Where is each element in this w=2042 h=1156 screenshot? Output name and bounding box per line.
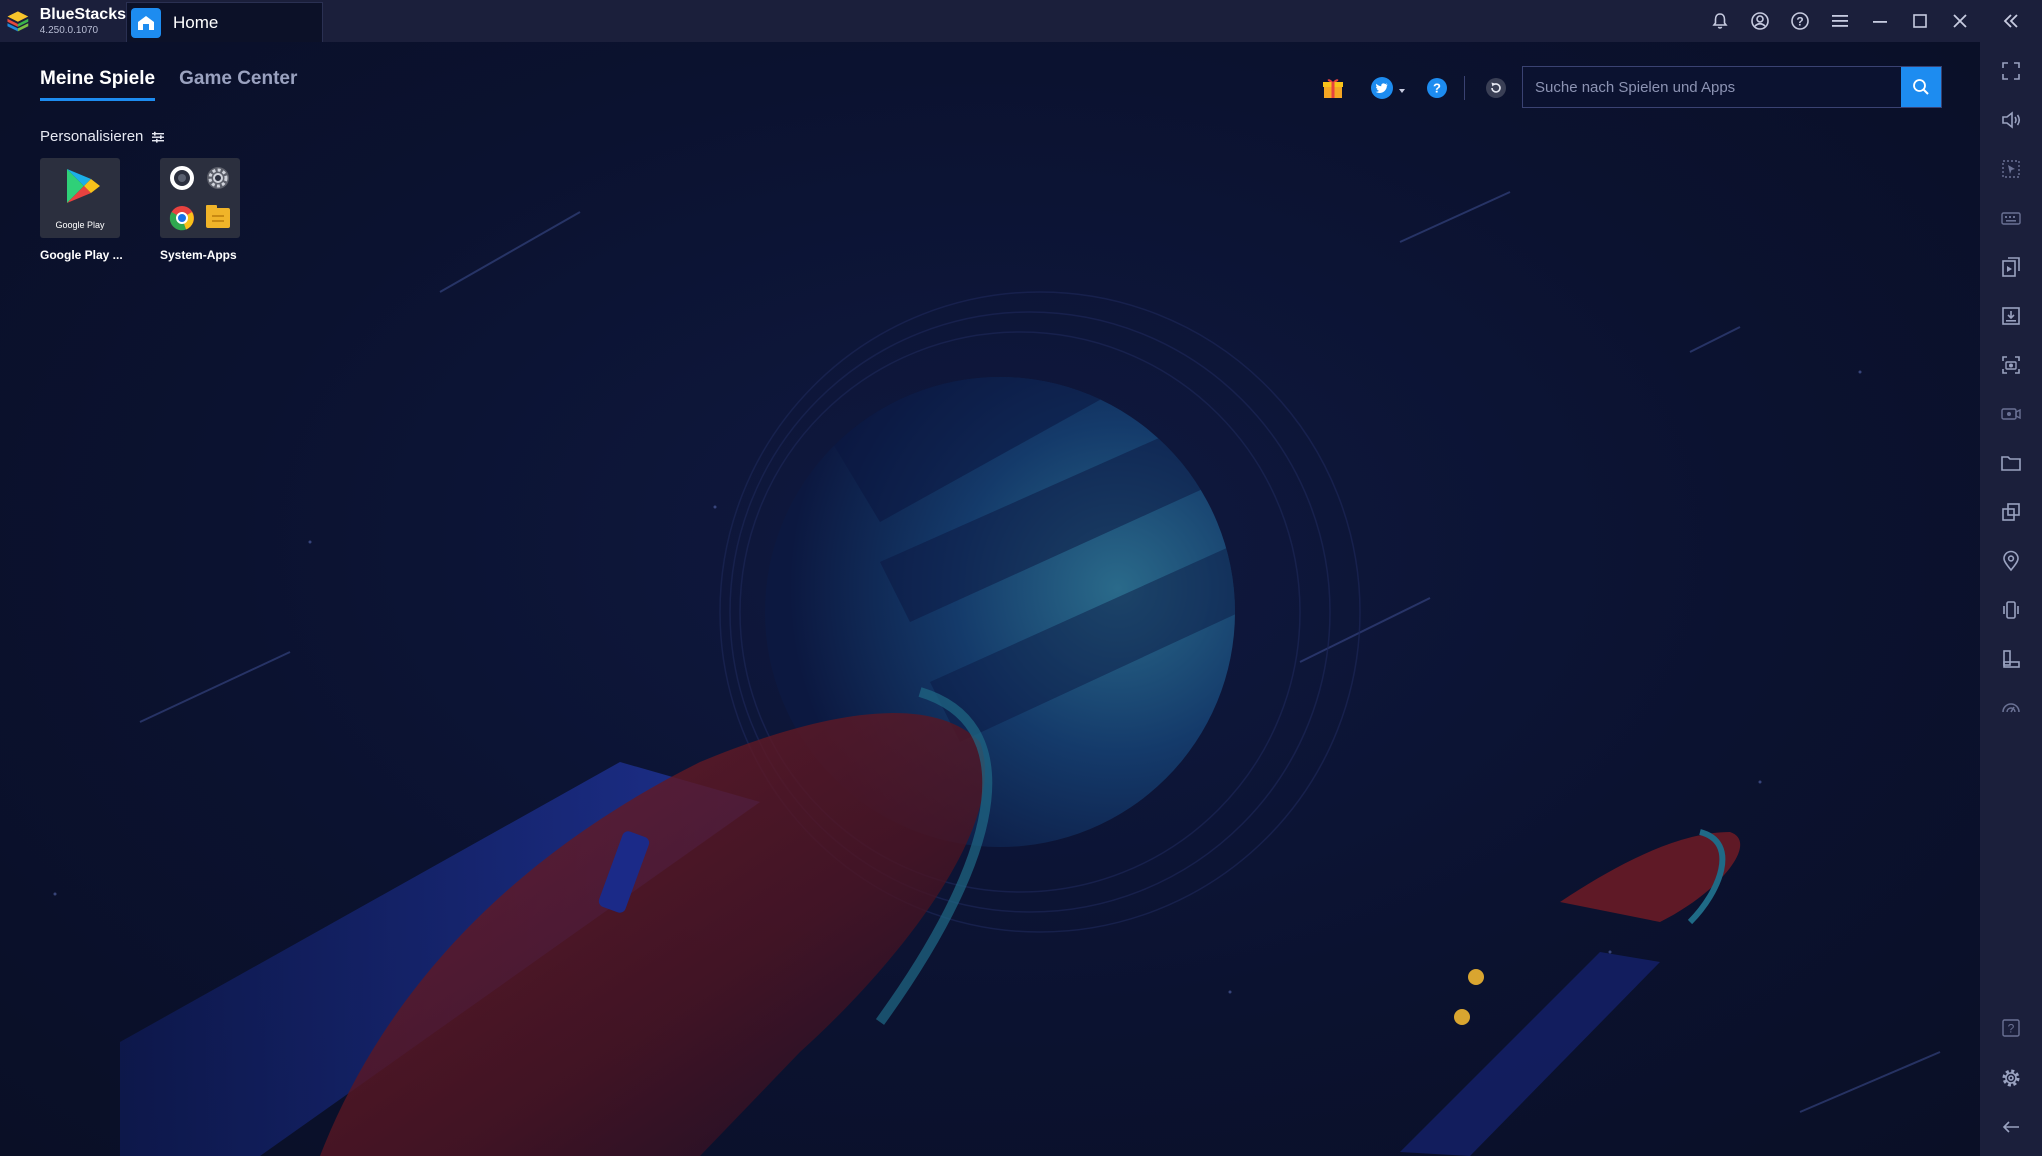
apk-install-icon[interactable] [1980, 296, 2042, 336]
sidebar-help-icon[interactable]: ? [1980, 1008, 2042, 1048]
nav-tabs: Meine Spiele Game Center [40, 68, 297, 101]
tab-home-label: Home [173, 12, 219, 32]
top-actions: ? [1318, 76, 1511, 100]
help-icon[interactable]: ? [1780, 0, 1820, 42]
close-icon[interactable] [1940, 0, 1980, 42]
multi-instance-icon[interactable] [1980, 247, 2042, 287]
title-bar: BlueStacks 4.250.0.1070 Home ? [0, 0, 2042, 42]
shake-icon[interactable] [1980, 590, 2042, 630]
personalize-label: Personalisieren [40, 128, 144, 145]
system-apps-icon [160, 158, 240, 238]
brand-name: BlueStacks [39, 5, 126, 23]
search-icon [1913, 79, 1929, 95]
personalize-button[interactable]: Personalisieren [40, 128, 165, 145]
app-label-system-apps: System-Apps [160, 248, 237, 262]
account-icon[interactable] [1740, 0, 1780, 42]
right-toolbar: ? [1980, 42, 2042, 1156]
back-icon[interactable] [1980, 1107, 2042, 1147]
brand: BlueStacks 4.250.0.1070 [0, 0, 126, 42]
google-play-icon-text: Google Play [55, 220, 105, 230]
bluestacks-logo-icon [7, 11, 29, 32]
eco-mode-icon[interactable] [1980, 688, 2042, 728]
app-tile-google-play[interactable]: Google Play Google Play ... [40, 158, 140, 262]
copy-window-icon[interactable] [1980, 492, 2042, 532]
home-icon [131, 7, 161, 38]
divider [1464, 76, 1465, 100]
bell-icon[interactable] [1700, 0, 1740, 42]
twitter-dropdown[interactable] [1360, 76, 1416, 100]
tab-meine-spiele[interactable]: Meine Spiele [40, 68, 156, 101]
search-button[interactable] [1901, 67, 1941, 107]
folder-icon[interactable] [1980, 443, 2042, 483]
chevron-down-icon [1398, 89, 1405, 93]
minimize-icon[interactable] [1860, 0, 1900, 42]
svg-text:?: ? [1433, 81, 1441, 96]
app-label-google-play: Google Play ... [40, 248, 123, 262]
collapse-sidebar-icon[interactable] [1980, 0, 2042, 42]
twitter-icon [1370, 77, 1393, 99]
google-play-icon: Google Play [40, 158, 120, 238]
svg-text:?: ? [2008, 1022, 2015, 1036]
screenshot-icon[interactable] [1980, 345, 2042, 385]
home-screen: Meine Spiele Game Center Personalisieren… [0, 42, 1980, 1156]
search-box [1522, 66, 1942, 108]
tab-game-center[interactable]: Game Center [179, 68, 297, 101]
app-tile-system-apps[interactable]: System-Apps [160, 158, 260, 262]
rotate-icon[interactable] [1980, 639, 2042, 679]
location-icon[interactable] [1980, 541, 2042, 581]
maximize-icon[interactable] [1900, 0, 1940, 42]
keyboard-icon[interactable] [1980, 198, 2042, 238]
pointer-icon[interactable] [1980, 149, 2042, 189]
gift-icon[interactable] [1318, 76, 1348, 100]
tab-home[interactable]: Home [126, 2, 323, 42]
menu-icon[interactable] [1820, 0, 1860, 42]
svg-text:?: ? [1796, 15, 1803, 29]
background-illustration [53, 191, 1941, 1156]
info-help-icon[interactable]: ? [1422, 77, 1452, 99]
refresh-icon[interactable] [1481, 77, 1511, 99]
fullscreen-icon[interactable] [1980, 51, 2042, 91]
settings-icon[interactable] [1980, 1058, 2042, 1098]
search-input[interactable] [1523, 67, 1901, 107]
sliders-icon [152, 131, 165, 143]
volume-icon[interactable] [1980, 100, 2042, 140]
brand-version: 4.250.0.1070 [39, 24, 99, 36]
window-controls: ? [1700, 0, 2042, 42]
record-icon[interactable] [1980, 394, 2042, 434]
